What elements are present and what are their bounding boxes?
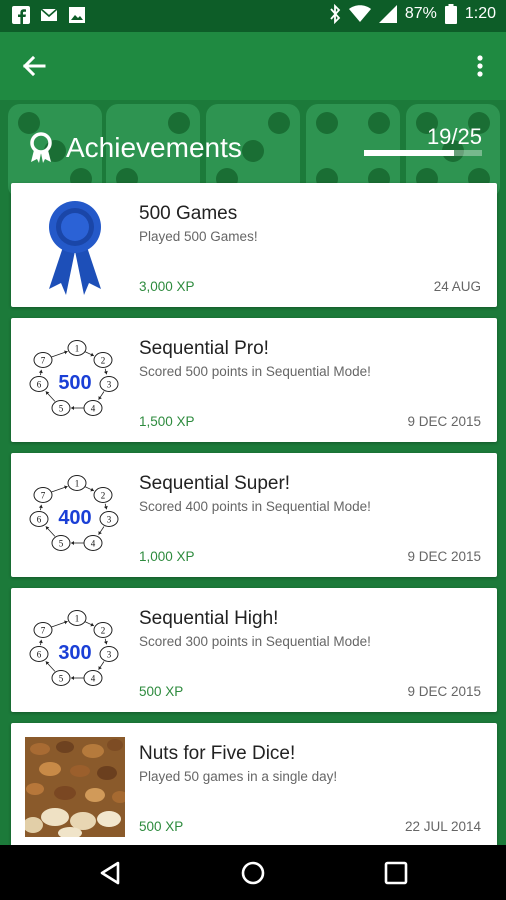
arrow-left-icon[interactable] xyxy=(18,50,50,82)
sequence-arrowhead xyxy=(38,369,43,374)
achievement-xp: 500 XP xyxy=(139,684,184,699)
achievement-date: 24 AUG xyxy=(433,279,481,294)
achievement-xp: 1,500 XP xyxy=(139,414,195,429)
achievements-progress-count: 19/25 xyxy=(426,124,482,149)
app-bar xyxy=(0,32,506,100)
sequence-number: 3 xyxy=(107,650,112,660)
status-bar: 87% 1:20 xyxy=(0,0,506,32)
image-icon xyxy=(69,7,85,23)
achievement-card[interactable]: Nuts for Five Dice! Played 50 games in a… xyxy=(11,723,497,847)
achievement-description: Scored 500 points in Sequential Mode! xyxy=(139,364,371,379)
sequential-score: 400 xyxy=(58,507,91,529)
sequence-number: 6 xyxy=(37,380,42,390)
sequence-number: 7 xyxy=(41,356,46,366)
sequence-number: 2 xyxy=(101,491,106,501)
sequence-arrowhead xyxy=(38,504,43,509)
achievement-date: 9 DEC 2015 xyxy=(407,549,481,564)
back-triangle-icon[interactable] xyxy=(96,859,124,887)
award-icon xyxy=(30,132,52,163)
wifi-icon xyxy=(348,5,371,22)
achievement-list[interactable]: 500 Games Played 500 Games! 3,000 XP 24 … xyxy=(11,183,497,858)
sequence-number: 1 xyxy=(75,614,80,624)
sequence-number: 4 xyxy=(91,674,96,684)
facebook-icon xyxy=(12,6,30,24)
achievement-description: Scored 400 points in Sequential Mode! xyxy=(139,499,371,514)
navigation-bar xyxy=(0,845,506,900)
sequence-arrowhead xyxy=(103,640,108,645)
sequence-number: 3 xyxy=(107,380,112,390)
achievement-card[interactable]: 1 2 3 4 5 6 7 500 Sequential Pro! Scored 500 po… xyxy=(11,318,497,442)
sequence-arrowhead xyxy=(71,406,74,410)
sequence-arrowhead xyxy=(103,370,108,375)
ribbon-icon xyxy=(49,201,101,295)
nuts-photo xyxy=(25,737,125,837)
achievement-xp: 1,000 XP xyxy=(139,549,195,564)
sequence-number: 5 xyxy=(59,404,64,414)
sequence-number: 6 xyxy=(37,515,42,525)
sequence-number: 7 xyxy=(41,626,46,636)
sequence-number: 5 xyxy=(59,674,64,684)
achievement-card[interactable]: 500 Games Played 500 Games! 3,000 XP 24 … xyxy=(11,183,497,307)
achievement-card[interactable]: 1 2 3 4 5 6 7 300 Sequential High! Scored 300 p… xyxy=(11,588,497,712)
achievement-date: 9 DEC 2015 xyxy=(407,684,481,699)
sequence-number: 2 xyxy=(101,626,106,636)
sequential-diagram-icon: 1 2 3 4 5 6 7 300 xyxy=(29,610,119,686)
achievements-title: Achievements xyxy=(66,132,242,163)
more-vert-icon[interactable] xyxy=(468,50,492,82)
sequence-number: 4 xyxy=(91,404,96,414)
battery-percent: 87% xyxy=(404,5,437,22)
achievement-name: Nuts for Five Dice! xyxy=(139,743,296,764)
achievement-name: Sequential Pro! xyxy=(139,338,269,359)
achievement-date: 22 JUL 2014 xyxy=(404,819,481,834)
sequence-number: 6 xyxy=(37,650,42,660)
sequence-number: 4 xyxy=(91,539,96,549)
achievement-description: Scored 300 points in Sequential Mode! xyxy=(139,634,371,649)
sequential-diagram-icon: 1 2 3 4 5 6 7 500 xyxy=(29,340,119,416)
sequence-number: 1 xyxy=(75,344,80,354)
achievements-progress-bar xyxy=(364,150,482,156)
achievements-header: Achievements xyxy=(28,128,242,168)
signal-icon xyxy=(378,5,397,23)
mail-icon xyxy=(40,8,58,21)
achievement-xp: 500 XP xyxy=(139,819,184,834)
achievement-xp: 3,000 XP xyxy=(139,279,195,294)
sequential-diagram-icon: 1 2 3 4 5 6 7 400 xyxy=(29,475,119,551)
achievement-name: Sequential High! xyxy=(139,608,279,629)
battery-icon xyxy=(444,4,457,24)
sequence-number: 1 xyxy=(75,479,80,489)
bluetooth-icon xyxy=(330,4,341,24)
sequential-score: 500 xyxy=(58,372,91,394)
sequence-arrowhead xyxy=(71,541,74,545)
sequential-score: 300 xyxy=(58,642,91,664)
achievement-name: 500 Games xyxy=(139,203,238,224)
achievement-description: Played 500 Games! xyxy=(139,229,258,244)
sequence-arrowhead xyxy=(38,639,43,644)
achievement-name: Sequential Super! xyxy=(139,473,291,494)
progress-fill xyxy=(364,150,454,156)
sequence-number: 3 xyxy=(107,515,112,525)
achievement-card[interactable]: 1 2 3 4 5 6 7 400 Sequential Super! Scored 400 … xyxy=(11,453,497,577)
sequence-number: 2 xyxy=(101,356,106,366)
sequence-number: 5 xyxy=(59,539,64,549)
clock: 1:20 xyxy=(464,5,496,22)
home-circle-icon[interactable] xyxy=(239,859,267,887)
sequence-arrowhead xyxy=(103,505,108,510)
recents-square-icon[interactable] xyxy=(382,859,410,887)
achievement-date: 9 DEC 2015 xyxy=(407,414,481,429)
sequence-number: 7 xyxy=(41,491,46,501)
achievement-description: Played 50 games in a single day! xyxy=(139,769,338,784)
sequence-arrowhead xyxy=(71,676,74,680)
